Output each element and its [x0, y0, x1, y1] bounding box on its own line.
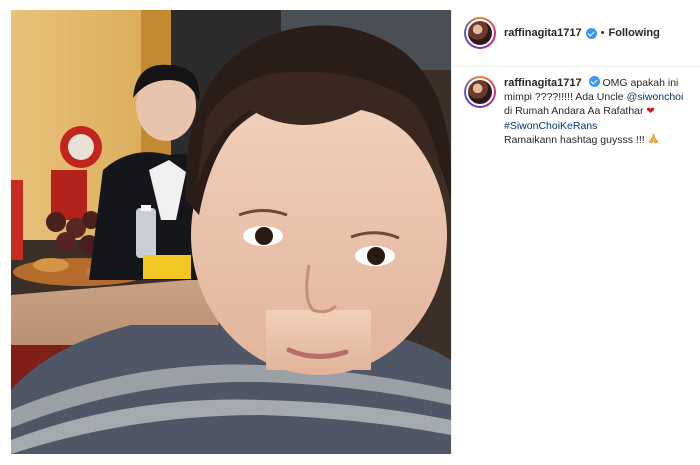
mention-link[interactable]: @siwonchoi — [627, 91, 684, 103]
caption-username[interactable]: raffinagita1717 — [504, 77, 582, 89]
avatar-ring — [466, 78, 494, 106]
praying-hands-emoji — [648, 133, 659, 144]
caption-line-5: Ramaikann hashtag guysss !!! — [504, 134, 648, 146]
caption-author-avatar[interactable] — [464, 76, 496, 108]
following-button[interactable]: Following — [609, 27, 660, 39]
caption-line-1: OMG apakah ini — [602, 77, 679, 89]
instagram-post-frame: raffinagita1717 • Following raffinagita1… — [0, 0, 700, 465]
caption-line-3: di Rumah Andara Aa Rafathar — [504, 105, 647, 117]
red-heart-emoji: ❤ — [646, 106, 655, 117]
verified-badge-icon — [585, 27, 597, 39]
post-header: raffinagita1717 • Following — [452, 10, 700, 56]
caption-line-2: mimpi ????!!!!! Ada Uncle — [504, 91, 627, 103]
hashtag-link[interactable]: #SiwonChoiKeRans — [504, 120, 597, 132]
caption-text: raffinagita1717 OMG apakah ini mimpi ???… — [504, 76, 683, 147]
avatar-ring — [466, 19, 494, 47]
post-photo[interactable] — [11, 10, 451, 454]
author-username[interactable]: raffinagita1717 — [504, 27, 582, 39]
verified-badge-icon — [588, 76, 600, 87]
author-avatar[interactable] — [464, 17, 496, 49]
post-caption: raffinagita1717 OMG apakah ini mimpi ???… — [464, 76, 700, 147]
avatar-photo — [468, 21, 492, 45]
avatar-photo — [468, 80, 492, 104]
post-side-panel: raffinagita1717 • Following raffinagita1… — [452, 10, 700, 454]
header-divider — [452, 66, 700, 67]
post-photo-illustration — [11, 10, 451, 454]
header-separator: • — [600, 27, 605, 39]
